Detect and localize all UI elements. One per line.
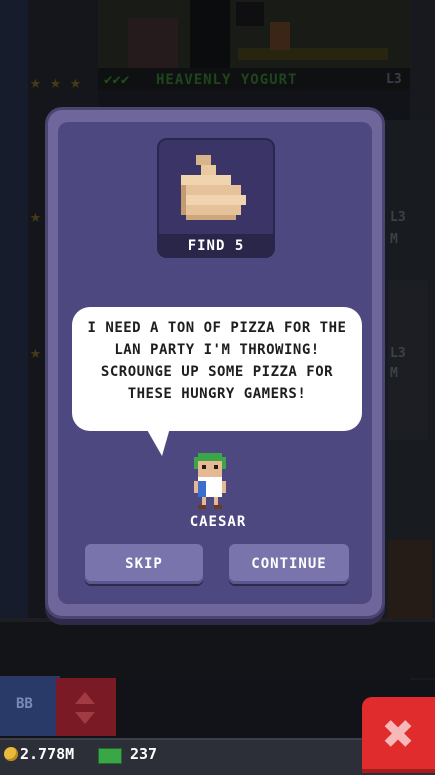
speech-bubble: I NEED A TON OF PIZZA FOR THE LAN PARTY …: [72, 307, 362, 431]
caesar-avatar: [194, 453, 226, 509]
skip-button[interactable]: SKIP: [85, 544, 203, 584]
goal-label: FIND 5: [157, 234, 275, 258]
coins-value: 2.778M: [20, 745, 75, 763]
character-name: CAESAR: [189, 514, 247, 530]
continue-button[interactable]: CONTINUE: [229, 544, 349, 584]
goal-box: FIND 5: [157, 138, 275, 258]
up-down-arrows-icon: [75, 692, 95, 724]
dialog-text: I NEED A TON OF PIZZA FOR THE LAN PARTY …: [87, 320, 347, 402]
coin-icon: [4, 747, 18, 761]
thumbs-up-icon: [181, 155, 246, 220]
bux-icon: [98, 748, 122, 764]
speech-bubble-tail: [146, 428, 170, 456]
close-button[interactable]: ✖: [362, 697, 435, 773]
bux-value: 237: [130, 745, 158, 763]
close-icon: ✖: [381, 712, 415, 758]
bb-label: BB: [16, 696, 33, 712]
